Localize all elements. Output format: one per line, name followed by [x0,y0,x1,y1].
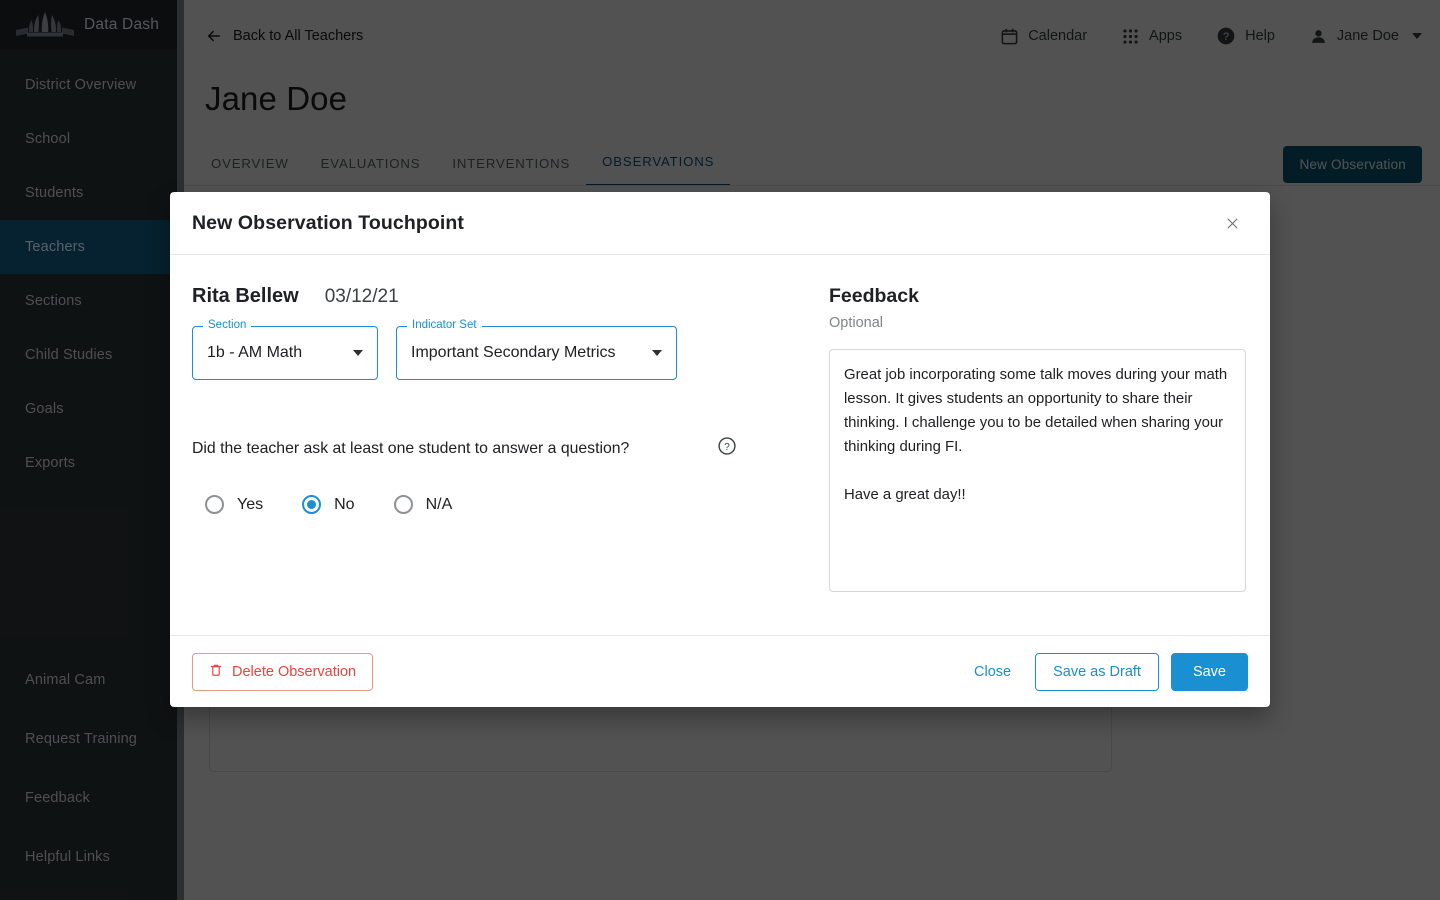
indicator-set-select-legend: Indicator Set [407,319,482,331]
close-button[interactable]: Close [960,653,1025,691]
radio-circle-no [302,495,322,514]
feedback-column: Feedback Optional [828,285,1246,635]
radio-circle-yes [205,495,224,514]
feedback-title: Feedback [829,285,919,307]
indicator-question-row: Did the teacher ask at least one student… [192,436,737,461]
radio-circle-na [393,495,413,514]
modal-header: New Observation Touchpoint [170,192,1270,255]
radio-label-yes: Yes [237,495,264,513]
chevron-down-icon [652,350,662,356]
save-button[interactable]: Save [1170,652,1248,691]
radio-option-yes[interactable]: Yes [192,495,263,514]
close-icon[interactable] [1218,209,1246,237]
modal-footer: Delete Observation Close Save as Draft S… [170,635,1270,707]
indicator-answer-radio-group: Yes No N/A [192,495,828,514]
radio-label-na: N/A [425,495,453,513]
trash-icon [209,662,223,682]
radio-option-na[interactable]: N/A [381,495,453,514]
modal-body: Rita Bellew 03/12/21 Section 1b - AM Mat… [170,255,1270,635]
radio-option-no[interactable]: No [289,495,355,514]
observation-subject-row: Rita Bellew 03/12/21 [192,285,828,308]
observation-date: 03/12/21 [324,286,399,307]
section-select-value: 1b - AM Math [207,344,303,361]
indicator-question-text: Did the teacher ask at least one student… [192,439,630,457]
observed-person-name: Rita Bellew [192,285,299,307]
feedback-optional-label: Optional [829,315,884,331]
indicator-set-select[interactable]: Indicator Set Important Secondary Metric… [396,319,677,380]
modal-title: New Observation Touchpoint [192,211,465,234]
app-root: Data Dash District Overview School Stude… [0,0,1440,900]
modal-scrim-sidebar[interactable] [0,0,177,900]
chevron-down-icon [353,350,363,356]
section-select-legend: Section [203,319,252,331]
svg-text:?: ? [724,442,730,453]
radio-dot-no [307,500,317,509]
delete-observation-button[interactable]: Delete Observation [192,652,374,691]
observation-selects-row: Section 1b - AM Math Indicator Set Impor… [192,319,828,380]
save-as-draft-button[interactable]: Save as Draft [1035,652,1159,691]
indicator-set-select-value: Important Secondary Metrics [411,344,616,361]
radio-label-no: No [334,495,355,513]
section-select[interactable]: Section 1b - AM Math [192,319,378,380]
delete-observation-label: Delete Observation [232,663,357,680]
observation-form-column: Rita Bellew 03/12/21 Section 1b - AM Mat… [192,285,828,635]
feedback-textarea[interactable] [829,349,1246,592]
question-help-icon[interactable]: ? [717,436,737,461]
new-observation-modal: New Observation Touchpoint Rita Bellew 0… [170,192,1270,707]
